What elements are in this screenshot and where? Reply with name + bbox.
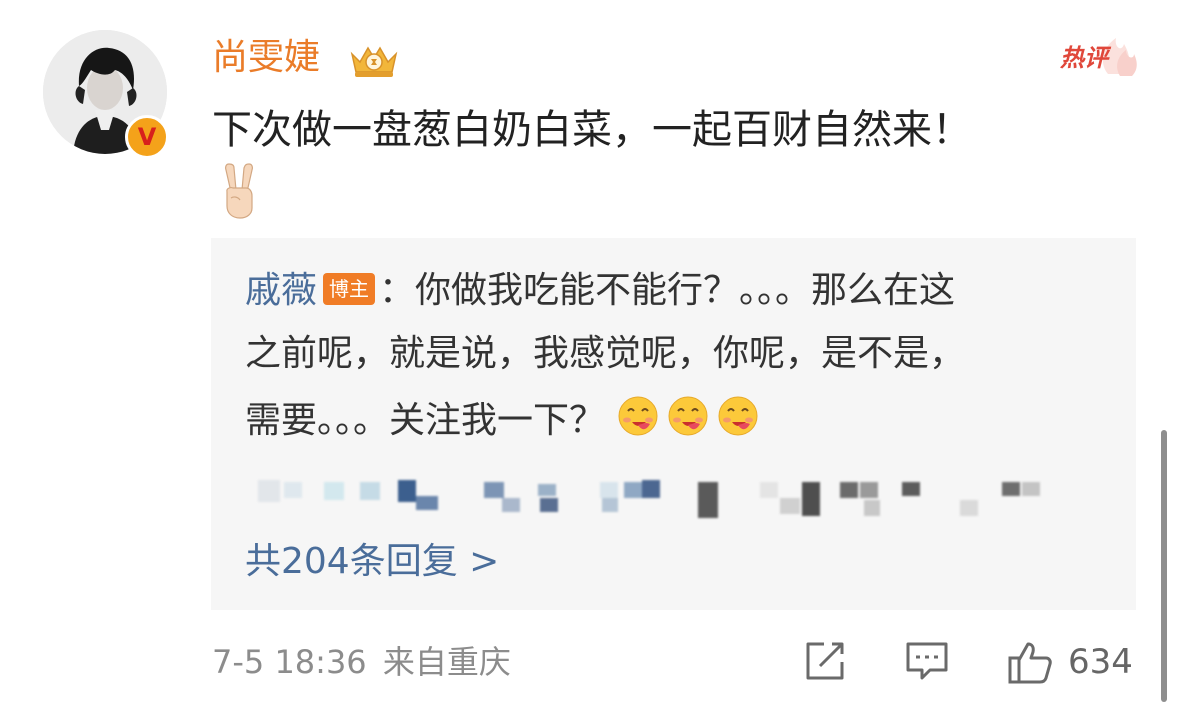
like-count: 634	[1068, 642, 1133, 682]
victory-hand-emoji	[225, 163, 253, 219]
reply-third-line: 需要。。。关注我一下？	[245, 394, 766, 451]
reply-text-line-3: 需要。。。关注我一下？	[245, 400, 606, 441]
view-replies-link[interactable]: 共204条回复 >	[245, 538, 499, 586]
verified-icon: V	[125, 115, 169, 159]
reply-first-line: 戚薇 博主 ：你做我吃能不能行？。。。那么在这	[245, 267, 955, 315]
comment-text: 下次做一盘葱白奶白菜，一起百财自然来！	[212, 107, 972, 153]
blogger-tag: 博主	[323, 273, 376, 305]
yummy-face-emoji	[716, 394, 760, 451]
comment-time: 7-5 18:36	[212, 643, 367, 681]
hot-label: 热评	[1060, 44, 1108, 72]
reply-author[interactable]: 戚薇	[245, 270, 317, 311]
yummy-face-emoji	[666, 394, 710, 451]
comment-icon[interactable]	[904, 638, 950, 684]
crown-badge-icon	[350, 46, 398, 77]
comment-location: 来自重庆	[382, 643, 511, 681]
comment-meta: 7-5 18:36 来自重庆	[212, 640, 511, 684]
scrollbar[interactable]	[1161, 430, 1167, 702]
thumbs-up-icon[interactable]	[1006, 638, 1054, 686]
reply-text-line-2: 之前呢，就是说，我感觉呢，你呢，是不是，	[245, 333, 966, 374]
pixelated-reply-line	[240, 470, 1060, 525]
share-icon[interactable]	[802, 638, 848, 684]
hot-comment-tag: 热评	[1054, 22, 1140, 78]
reply-text-line-1: ：你做我吃能不能行？。。。那么在这	[379, 270, 956, 311]
yummy-face-emoji	[616, 394, 660, 451]
username[interactable]: 尚雯婕	[212, 34, 320, 82]
